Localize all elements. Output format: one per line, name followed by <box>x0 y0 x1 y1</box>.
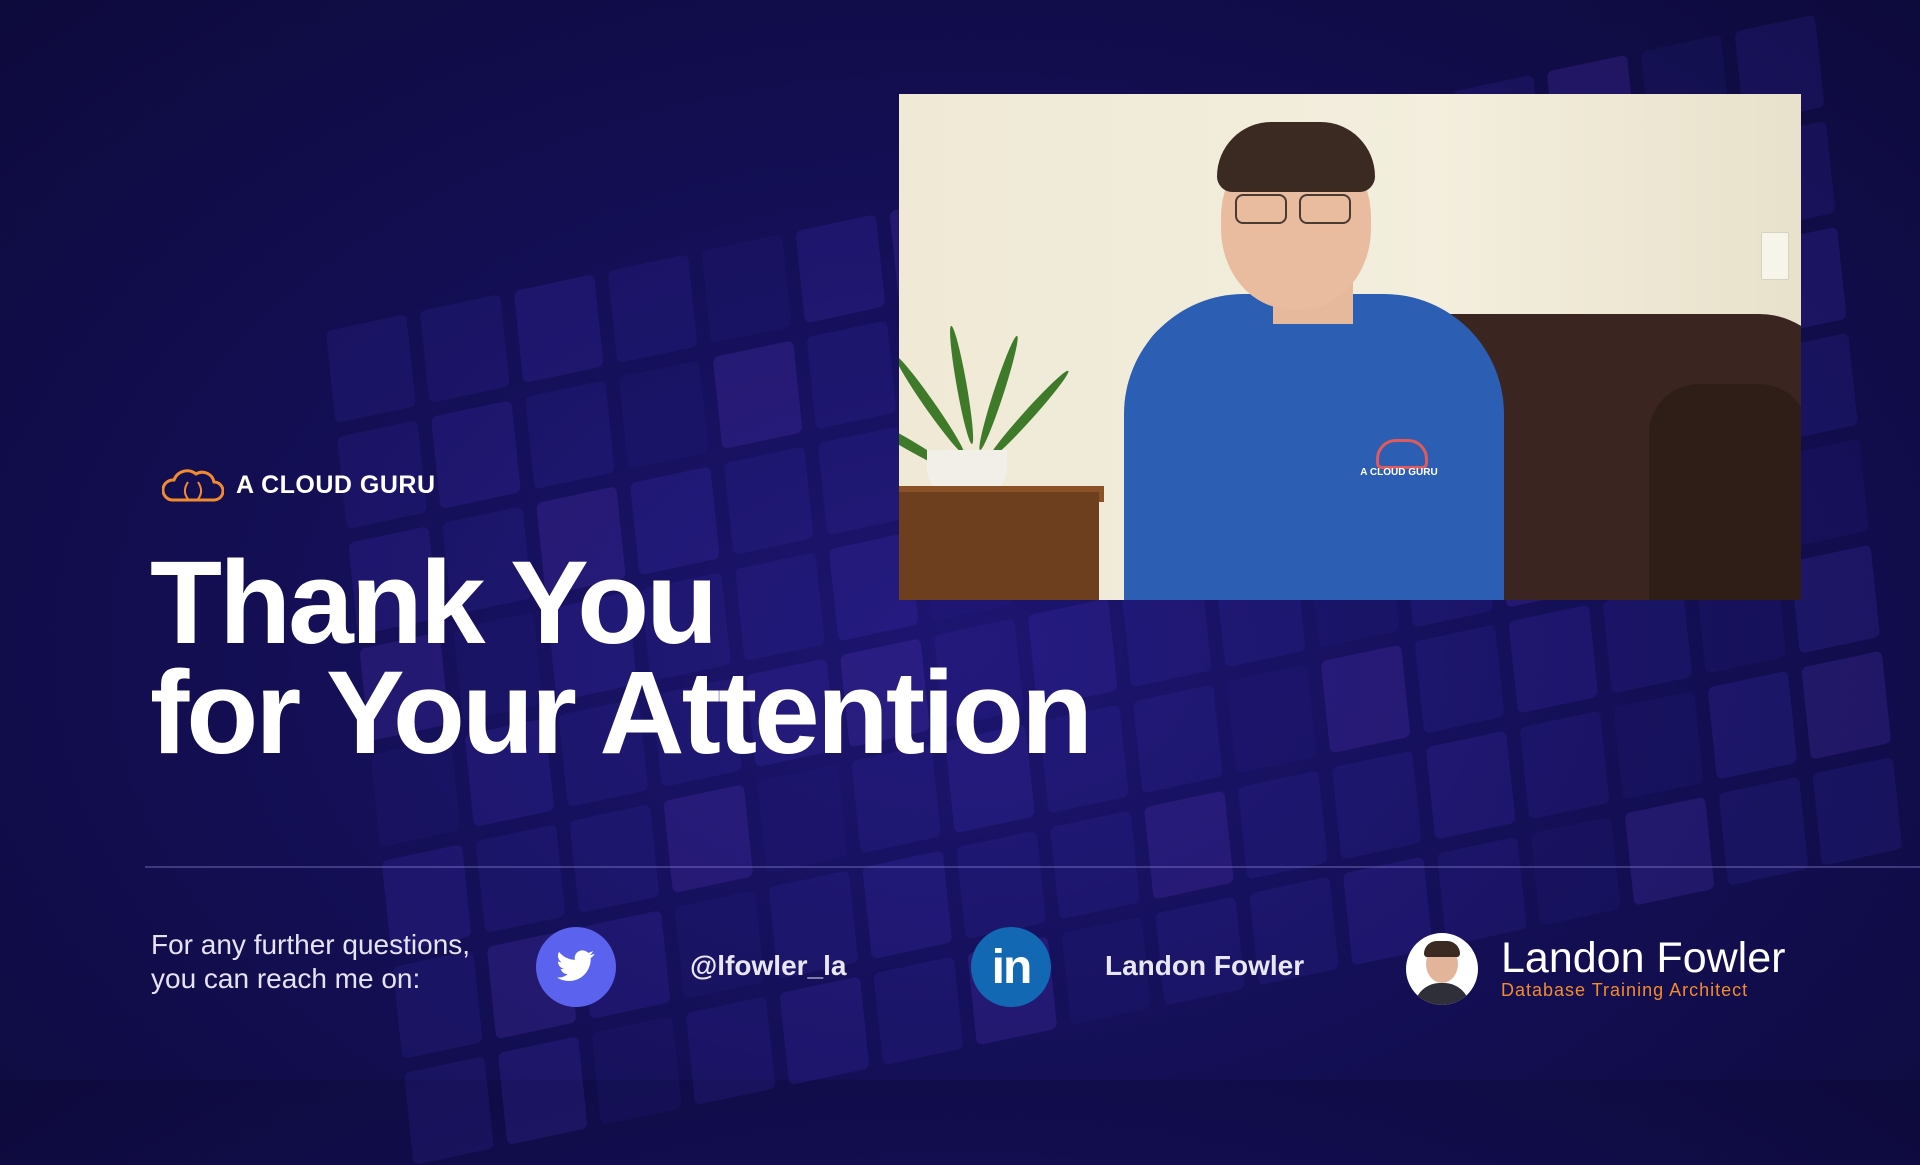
page-title: Thank You for Your Attention <box>150 537 1093 779</box>
cloud-icon <box>1376 439 1428 469</box>
presenter-hair <box>1217 122 1375 192</box>
contact-prompt-line-2: you can reach me on: <box>151 963 421 994</box>
presenter-shirt <box>1124 294 1504 600</box>
divider <box>145 866 1920 868</box>
linkedin-button[interactable]: in <box>971 927 1051 1007</box>
presenter-video[interactable]: A CLOUD GURU <box>899 94 1801 600</box>
brand-name: A CLOUD GURU <box>236 470 436 499</box>
avatar-hair <box>1424 941 1460 957</box>
twitter-bird-icon <box>557 950 595 981</box>
title-line-2: for Your Attention <box>150 647 1093 779</box>
cloud-logo-icon <box>162 469 224 502</box>
avatar-body <box>1414 983 1470 1005</box>
contact-prompt-line-1: For any further questions, <box>151 929 471 960</box>
presenter-name: Landon Fowler <box>1501 934 1786 982</box>
contact-prompt: For any further questions, you can reach… <box>151 928 470 996</box>
brand-logo: A CLOUD GURU <box>162 466 436 504</box>
glasses <box>1235 194 1351 224</box>
linkedin-handle[interactable]: Landon Fowler <box>1105 950 1304 982</box>
twitter-handle[interactable]: @lfowler_la <box>690 950 846 982</box>
shirt-logo-text: A CLOUD GURU <box>1360 467 1438 478</box>
light-switch <box>1761 232 1789 280</box>
twitter-button[interactable] <box>536 927 616 1007</box>
avatar <box>1406 933 1478 1005</box>
shirt-logo: A CLOUD GURU <box>1354 439 1444 479</box>
presenter-role: Database Training Architect <box>1501 980 1749 1000</box>
couch-arm <box>1649 384 1801 600</box>
linkedin-icon: in <box>991 940 1033 994</box>
title-line-1: Thank You <box>150 537 718 669</box>
